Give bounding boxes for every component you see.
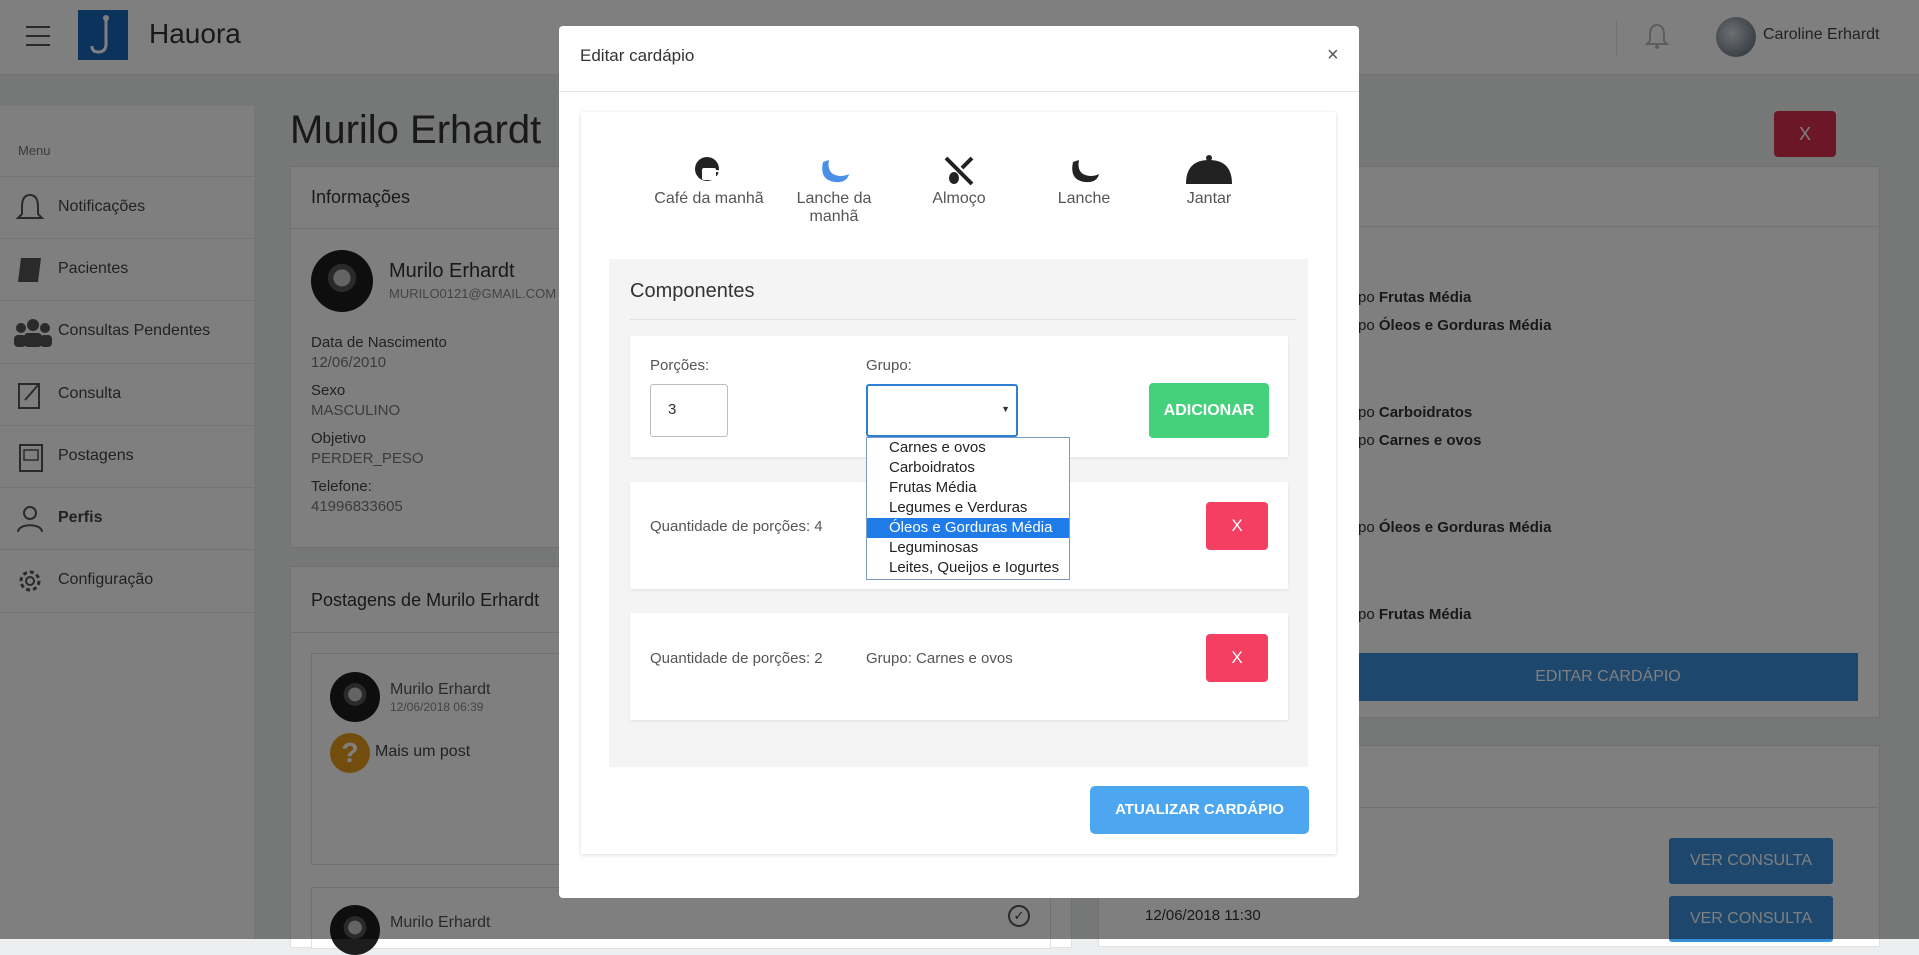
dropdown-option[interactable]: Carnes e ovos xyxy=(867,438,1069,458)
component-group: Grupo: Carnes e ovos xyxy=(866,650,1013,667)
component-quantity: Quantidade de porções: 4 xyxy=(650,518,823,535)
group-label: Grupo: xyxy=(866,357,912,374)
dropdown-option[interactable]: Legumes e Verduras xyxy=(867,498,1069,518)
tab-cafe-da-manha[interactable]: Café da manhã xyxy=(654,154,764,208)
components-title: Componentes xyxy=(630,280,755,302)
tab-almoco[interactable]: Almoço xyxy=(904,154,1014,208)
dropdown-option[interactable]: Leites, Queijos e Iogurtes xyxy=(867,558,1069,578)
chevron-down-icon: ▼ xyxy=(1001,404,1010,414)
croissant-icon xyxy=(822,160,849,183)
coffee-icon xyxy=(695,157,723,181)
cloche-icon xyxy=(1186,155,1232,184)
group-select[interactable]: ▼ xyxy=(866,384,1018,437)
dropdown-option[interactable]: Leguminosas xyxy=(867,538,1069,558)
tab-lanche-da-manha[interactable]: Lanche da manhã xyxy=(779,154,889,226)
tab-label: Almoço xyxy=(932,190,986,207)
dropdown-option[interactable]: Frutas Média xyxy=(867,478,1069,498)
utensils-icon xyxy=(944,156,974,186)
dropdown-option[interactable]: Carboidratos xyxy=(867,458,1069,478)
divider xyxy=(630,319,1296,320)
tab-lanche[interactable]: Lanche xyxy=(1029,154,1139,208)
group-dropdown-list: Carnes e ovos Carboidratos Frutas Média … xyxy=(866,437,1070,580)
tab-label: Jantar xyxy=(1186,190,1232,207)
update-menu-button[interactable]: ATUALIZAR CARDÁPIO xyxy=(1090,786,1309,834)
croissant-icon xyxy=(1072,160,1099,183)
portions-input[interactable]: 3 xyxy=(650,384,728,437)
tab-jantar[interactable]: Jantar xyxy=(1154,154,1264,208)
tab-label: Café da manhã xyxy=(654,190,764,207)
remove-component-button[interactable]: X xyxy=(1206,634,1268,682)
add-button[interactable]: ADICIONAR xyxy=(1149,383,1269,438)
tab-label: Lanche xyxy=(1057,190,1111,207)
component-quantity: Quantidade de porções: 2 xyxy=(650,650,823,667)
close-icon[interactable]: × xyxy=(1327,44,1339,67)
tab-label: Lanche da manhã xyxy=(796,190,872,225)
portions-label: Porções: xyxy=(650,357,710,374)
remove-component-button[interactable]: X xyxy=(1206,502,1268,550)
modal-title: Editar cardápio xyxy=(580,46,695,65)
dropdown-option-highlighted[interactable]: Óleos e Gorduras Média xyxy=(867,518,1069,538)
